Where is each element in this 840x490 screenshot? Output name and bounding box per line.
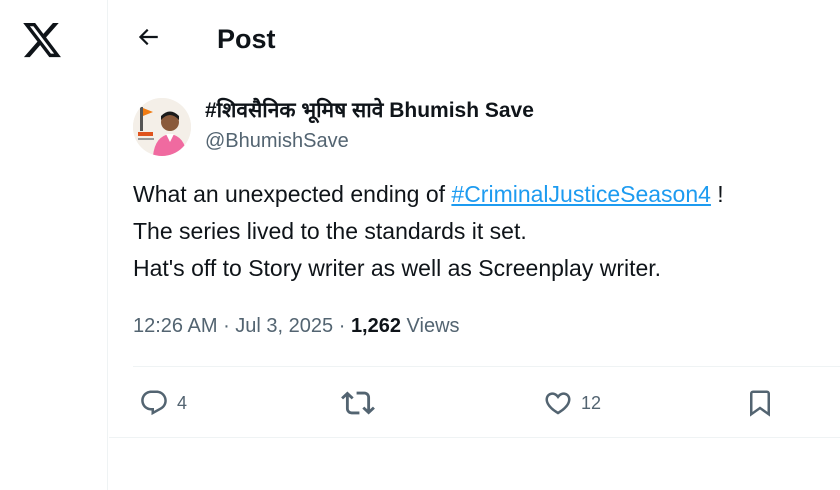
repost-icon [341, 386, 375, 420]
heart-icon [543, 388, 573, 418]
hashtag-link[interactable]: #CriminalJusticeSeason4 [451, 181, 711, 207]
bookmark-button[interactable] [745, 380, 775, 426]
divider [109, 437, 840, 438]
reply-icon [139, 388, 169, 418]
like-count: 12 [581, 392, 602, 413]
meta-separator: · [333, 315, 351, 337]
post-date[interactable]: Jul 3, 2025 [235, 315, 333, 337]
meta-separator: · [217, 315, 236, 337]
post-text-line-3: Hat's off to Story writer as well as Scr… [133, 255, 662, 281]
post-text-line-1: What an unexpected ending of #CriminalJu… [133, 176, 833, 213]
author-handle[interactable]: @BhumishSave [205, 128, 349, 154]
avatar[interactable] [133, 98, 191, 156]
left-rail [0, 0, 108, 490]
action-bar: 4 12 [133, 380, 813, 426]
x-logo-icon[interactable] [21, 19, 63, 61]
like-button[interactable]: 12 [543, 380, 601, 426]
post-text-suffix: ! [710, 181, 724, 207]
page-title: Post [217, 24, 276, 54]
bookmark-icon [745, 388, 775, 418]
post-text: What an unexpected ending of #CriminalJu… [133, 176, 833, 287]
divider [133, 366, 840, 367]
reply-count: 4 [177, 392, 188, 413]
arrow-left-icon [135, 24, 161, 55]
post-text-line-2: The series lived to the standards it set… [133, 218, 527, 244]
post-text-prefix: What an unexpected ending of [133, 181, 452, 207]
author-display-name[interactable]: #शिवसैनिक भूमिष सावे Bhumish Save [205, 97, 534, 125]
views-count[interactable]: 1,262 [351, 315, 401, 337]
repost-button[interactable] [341, 380, 383, 426]
reply-button[interactable]: 4 [139, 380, 187, 426]
post-time[interactable]: 12:26 AM [133, 315, 218, 337]
back-button[interactable] [131, 22, 165, 56]
header-bar: Post [109, 0, 840, 78]
main-column: Post #शिवसैनिक भूमिष सावे Bhumish Save @… [109, 0, 840, 490]
views-label: Views [401, 315, 460, 337]
post-meta: 12:26 AM · Jul 3, 2025 · 1,262 Views [133, 312, 460, 340]
